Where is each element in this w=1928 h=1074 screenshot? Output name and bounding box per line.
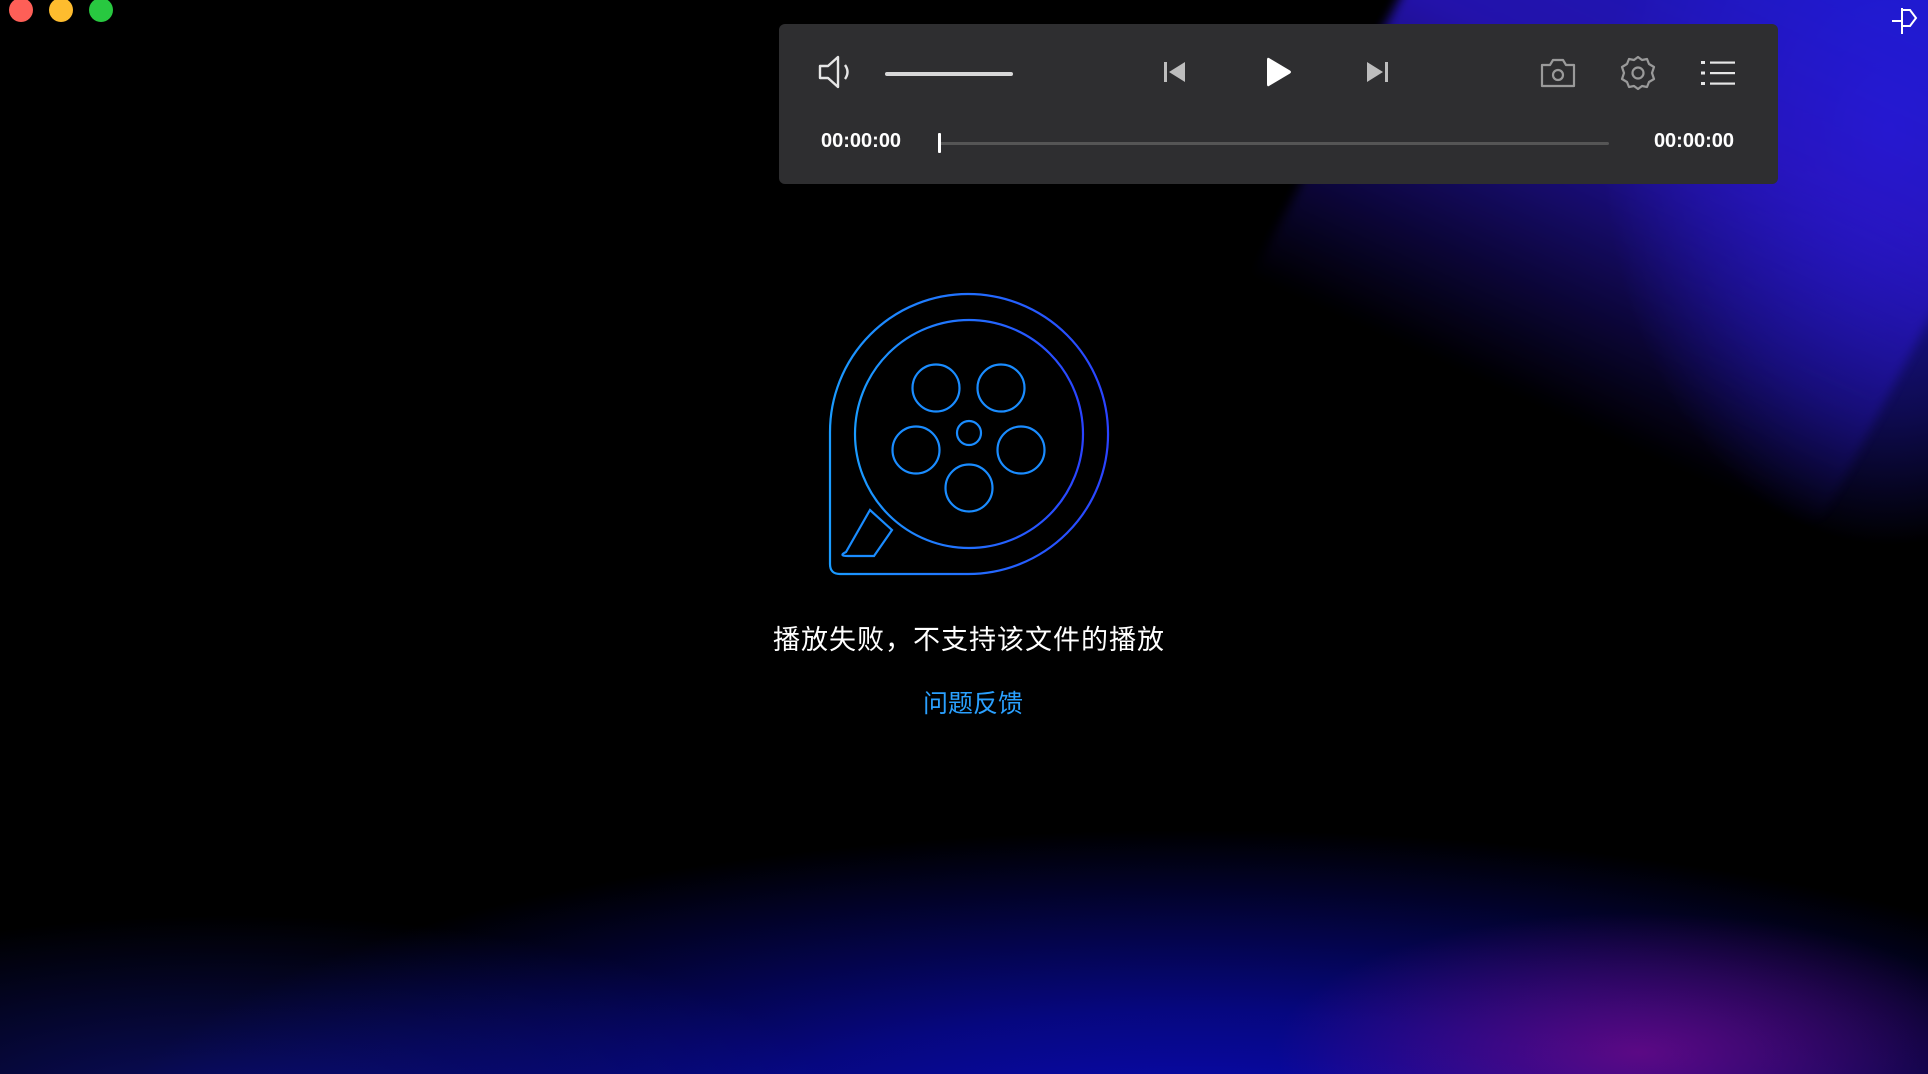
seek-bar[interactable] [939, 142, 1609, 145]
feedback-link[interactable]: 问题反馈 [0, 684, 1928, 720]
skip-previous-icon[interactable] [1161, 60, 1189, 84]
window-controls [9, 0, 113, 22]
window-minimize-button[interactable] [49, 0, 73, 22]
film-reel-logo-icon [826, 290, 1116, 584]
volume-icon[interactable] [817, 54, 859, 90]
window-close-button[interactable] [9, 0, 33, 22]
volume-slider[interactable] [885, 72, 1013, 76]
seek-handle[interactable] [938, 133, 941, 153]
total-duration: 00:00:00 [1653, 130, 1734, 152]
skip-next-icon[interactable] [1363, 60, 1391, 84]
play-icon[interactable] [1263, 56, 1293, 88]
playback-error-message: 播放失败，不支持该文件的播放 [773, 625, 1165, 656]
list-icon[interactable] [1701, 60, 1735, 86]
pin-window-icon[interactable] [1888, 4, 1922, 38]
player-control-bar: 00:00:00 00:00:00 [779, 24, 1778, 184]
camera-icon[interactable] [1539, 57, 1577, 89]
gear-icon[interactable] [1619, 54, 1657, 92]
current-time: 00:00:00 [821, 130, 902, 152]
window-zoom-button[interactable] [89, 0, 113, 22]
